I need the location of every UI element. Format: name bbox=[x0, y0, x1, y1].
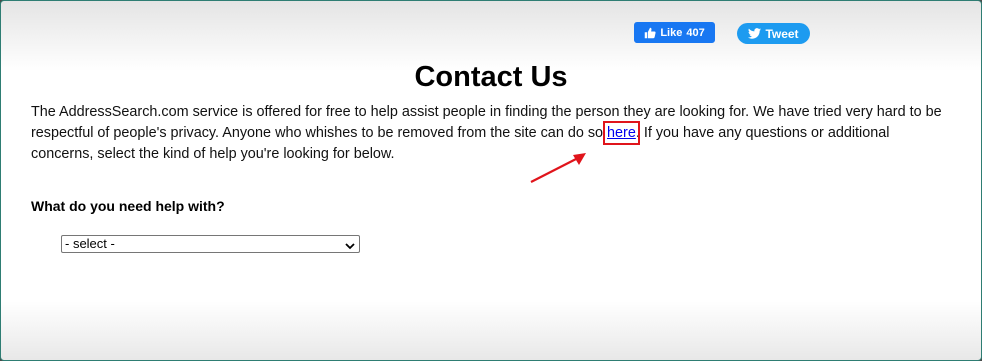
intro-paragraph: The AddressSearch.com service is offered… bbox=[31, 102, 951, 165]
help-type-select[interactable]: - select - bbox=[61, 235, 360, 253]
help-question-label: What do you need help with? bbox=[31, 198, 225, 214]
like-label: Like bbox=[660, 26, 683, 39]
removal-here-link[interactable]: here bbox=[603, 121, 640, 145]
tweet-button[interactable]: Tweet bbox=[737, 23, 810, 44]
thumbs-up-icon bbox=[644, 27, 656, 39]
twitter-bird-icon bbox=[748, 28, 762, 39]
chevron-down-icon bbox=[345, 239, 355, 255]
like-count: 407 bbox=[686, 26, 705, 39]
select-value: - select - bbox=[65, 236, 115, 251]
browser-content-frame: Like 407 Tweet Contact Us The AddressSea… bbox=[0, 0, 982, 361]
tweet-label: Tweet bbox=[765, 26, 799, 41]
page-title: Contact Us bbox=[414, 61, 568, 93]
facebook-like-button[interactable]: Like 407 bbox=[634, 22, 715, 43]
annotation-arrow-icon bbox=[530, 153, 586, 183]
